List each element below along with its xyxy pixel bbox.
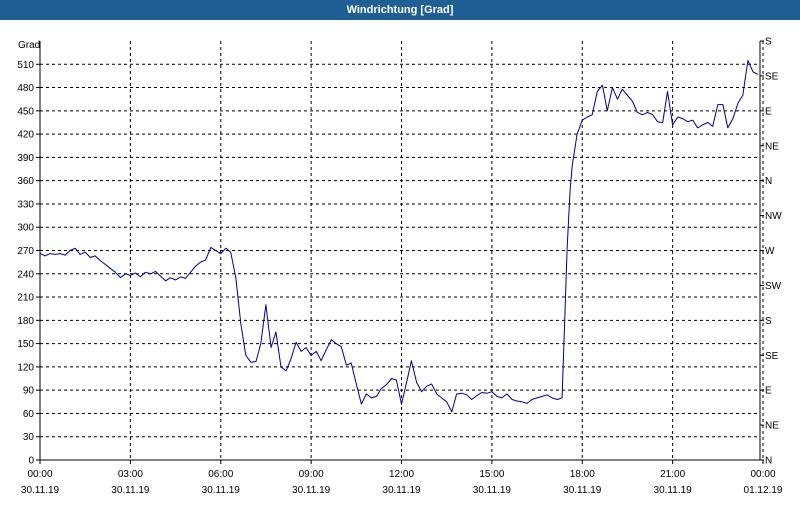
x-tick-date-label: 30.11.19	[292, 485, 331, 496]
x-tick-date-label: 30.11.19	[382, 485, 421, 496]
x-tick-time-label: 15:00	[479, 469, 504, 480]
right-axis-label: E	[765, 106, 772, 117]
chart-title: Windrichtung [Grad]	[346, 4, 454, 16]
wind-direction-chart: Grad 0 30 60 90 120 150 180 210 240 270 300 330 360 3…	[17, 37, 783, 497]
right-axis-label: S	[765, 316, 772, 327]
x-tick-time-label: 06:00	[208, 469, 233, 480]
x-tick-time-label: 09:00	[299, 469, 324, 480]
series-layer	[39, 59, 759, 413]
x-tick-date-label: 30.11.19	[473, 485, 512, 496]
y-tick-label: 450	[17, 106, 34, 117]
y-tick-label: 300	[17, 223, 34, 234]
right-axis-label: NE	[765, 141, 779, 152]
frame-layer	[36, 40, 764, 464]
x-tick-time-label: 03:00	[118, 469, 143, 480]
right-axis-label: NW	[765, 211, 782, 222]
y-tick-label: 480	[17, 83, 34, 94]
y-tick-label: 90	[23, 386, 35, 397]
right-axis-label: W	[765, 246, 775, 257]
x-tick-date-label: 30.11.19	[21, 485, 60, 496]
series-line	[39, 59, 759, 413]
x-tick-date-label: 30.11.19	[202, 485, 241, 496]
y-tick-label: 150	[17, 339, 34, 350]
y-tick-label: 330	[17, 199, 34, 210]
y-tick-label: 120	[17, 362, 34, 373]
x-tick-time-label: 21:00	[660, 469, 685, 480]
chart-title-bar: Windrichtung [Grad]	[0, 0, 800, 20]
x-tick-time-label: 18:00	[570, 469, 595, 480]
right-axis-label: N	[765, 176, 772, 187]
y-tick-label: 240	[17, 269, 34, 280]
chart-area: Grad 0 30 60 90 120 150 180 210 240 270 300 330 360 3…	[0, 20, 800, 500]
y-tick-label: 510	[17, 60, 34, 71]
x-tick-time-label: 12:00	[389, 469, 414, 480]
y-tick-label: 390	[17, 153, 34, 164]
right-axis-label: SE	[765, 71, 779, 82]
y-tick-label: 420	[17, 130, 34, 141]
right-axis-label: N	[765, 456, 772, 467]
x-tick-time-label: 00:00	[27, 469, 52, 480]
right-axis-label: SW	[765, 281, 782, 292]
y-tick-label: 270	[17, 246, 34, 257]
y-tick-label: 60	[23, 409, 35, 420]
grid-layer	[40, 41, 764, 460]
y-axis-label: Grad	[18, 40, 40, 51]
y-tick-label: 30	[23, 432, 35, 443]
right-axis-label: E	[765, 386, 772, 397]
right-axis-label: NE	[765, 421, 779, 432]
right-axis-label: S	[765, 37, 772, 48]
label-layer: Grad 0 30 60 90 120 150 180 210 240 270 300 330 360 3…	[17, 37, 783, 497]
x-tick-time-label: 00:00	[750, 469, 775, 480]
x-tick-date-label: 30.11.19	[563, 485, 602, 496]
x-tick-date-label: 30.11.19	[654, 485, 693, 496]
x-tick-date-label: 01.12.19	[744, 485, 783, 496]
y-tick-label: 210	[17, 293, 34, 304]
right-axis-label: SE	[765, 351, 779, 362]
y-tick-label: 360	[17, 176, 34, 187]
y-tick-label: 0	[28, 456, 34, 467]
y-tick-label: 180	[17, 316, 34, 327]
x-tick-date-label: 30.11.19	[111, 485, 150, 496]
